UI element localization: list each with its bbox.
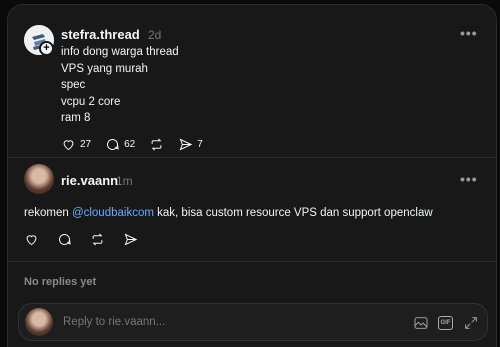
reply-text: rekomen xyxy=(24,207,72,219)
mention-link[interactable]: @cloudbaikcom xyxy=(72,207,154,219)
reply-actions xyxy=(24,232,152,247)
reply-composer[interactable]: Reply to rie.vaann... GIF xyxy=(18,303,488,341)
reply-timestamp: 1m xyxy=(116,174,133,188)
gif-icon[interactable]: GIF xyxy=(438,316,453,330)
divider xyxy=(8,157,496,158)
reply-more-icon[interactable]: ••• xyxy=(460,171,478,187)
post-more-icon[interactable]: ••• xyxy=(460,25,478,41)
heart-icon xyxy=(63,140,74,151)
divider xyxy=(8,261,496,262)
reply-repost-button[interactable] xyxy=(90,232,105,247)
like-count: 27 xyxy=(80,139,92,150)
send-icon xyxy=(124,233,138,246)
post-timestamp: 2d xyxy=(148,28,162,42)
no-replies-label: No replies yet xyxy=(24,276,97,288)
reply-text: kak, bisa custom resource VPS dan suppor… xyxy=(153,207,433,219)
post-line: ram 8 xyxy=(61,112,91,124)
post-line: vcpu 2 core xyxy=(61,95,121,108)
heart-icon xyxy=(26,235,37,246)
like-button[interactable]: 27 xyxy=(61,137,91,152)
composer-avatar xyxy=(25,308,53,336)
reply-avatar[interactable] xyxy=(24,164,54,194)
expand-icon[interactable] xyxy=(463,315,479,331)
comment-icon xyxy=(107,139,119,150)
comment-button[interactable]: 62 xyxy=(105,137,135,152)
post-line: info dong warga thread xyxy=(61,46,179,58)
reply-username[interactable]: rie.vaann xyxy=(61,173,118,188)
repost-icon xyxy=(92,233,103,246)
follow-plus-icon[interactable]: + xyxy=(39,41,54,56)
post-actions: 27 62 7 xyxy=(61,137,217,152)
reply-share-button[interactable] xyxy=(123,232,138,247)
post-body: info dong warga thread VPS yang murah sp… xyxy=(61,44,179,127)
post-username[interactable]: stefra.thread xyxy=(61,27,140,42)
repost-button[interactable] xyxy=(149,137,164,152)
post-line: spec xyxy=(61,79,86,91)
share-button[interactable]: 7 xyxy=(178,137,203,152)
send-icon xyxy=(179,138,193,151)
reply-comment-button[interactable] xyxy=(57,232,72,247)
reply-body: rekomen @cloudbaikcom kak, bisa custom r… xyxy=(24,205,433,222)
thread-card: + stefra.thread 2d ••• info dong warga t… xyxy=(7,4,497,347)
reply-like-button[interactable] xyxy=(24,232,39,247)
repost-icon xyxy=(151,138,162,151)
image-icon[interactable] xyxy=(413,315,429,331)
comment-count: 62 xyxy=(124,139,136,150)
reply-input[interactable]: Reply to rie.vaann... xyxy=(63,316,165,328)
share-count: 7 xyxy=(197,139,203,150)
post-line: VPS yang murah xyxy=(61,62,148,75)
comment-icon xyxy=(59,234,71,245)
